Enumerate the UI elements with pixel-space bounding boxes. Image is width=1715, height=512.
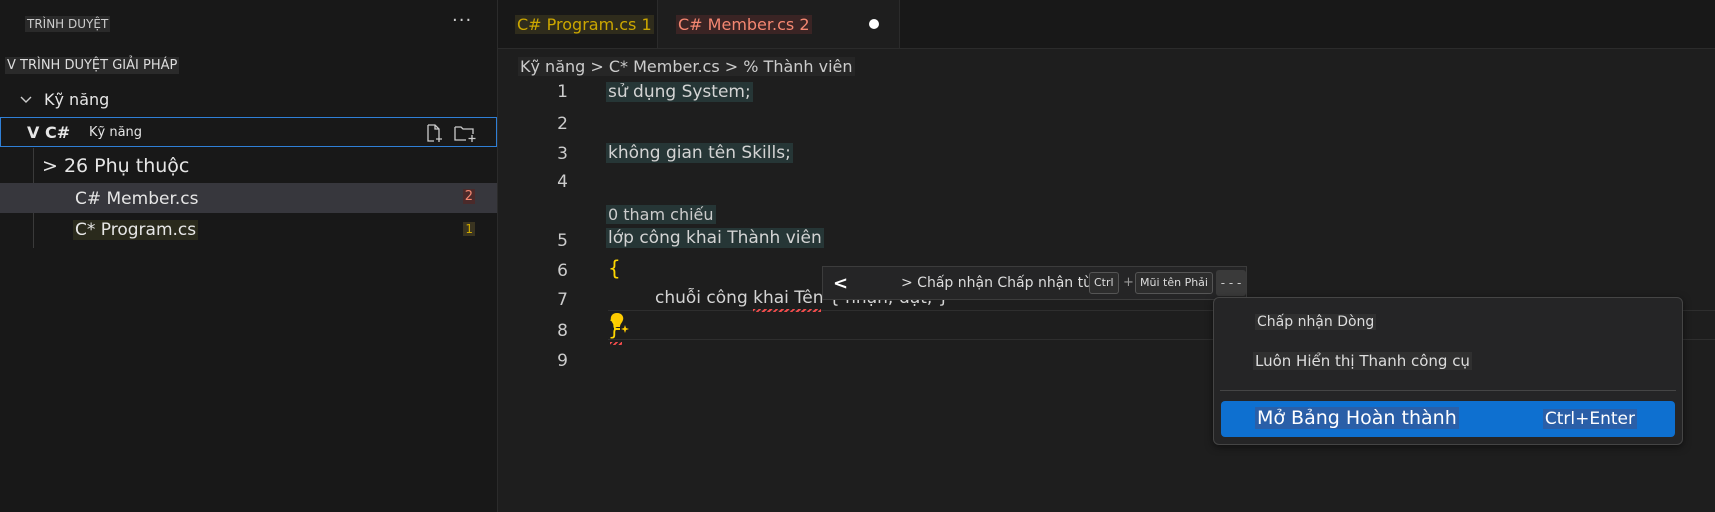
solution-explorer-section[interactable]: V TRÌNH DUYỆT GIẢI PHÁP: [5, 57, 180, 74]
menu-item-always-show-toolbar[interactable]: Luôn Hiển thị Thanh công cụ: [1214, 352, 1682, 376]
project-label: Kỹ năng: [44, 90, 110, 109]
line-number: 4: [557, 172, 568, 192]
tab-label: C# Program.cs 1: [515, 15, 654, 34]
open-brace: {: [608, 256, 621, 280]
tree-item-dependencies[interactable]: > 26 Phụ thuộc: [0, 152, 497, 182]
line-number: 6: [557, 261, 568, 281]
breadcrumb[interactable]: Kỹ năng > C* Member.cs > % Thành viên: [518, 57, 855, 76]
accept-word-button[interactable]: > Chấp nhận Chấp nhận từ: [901, 275, 1092, 291]
file-label: C* Program.cs: [73, 220, 199, 240]
line-number: 8: [557, 321, 568, 341]
tree-item-skills-project[interactable]: Kỹ năng: [0, 86, 497, 114]
close-brace: }: [608, 316, 621, 340]
menu-item-label: Mở Bảng Hoàn thành: [1255, 407, 1459, 429]
vscode-window: TRÌNH DUYỆT ··· V TRÌNH DUYỆT GIẢI PHÁP …: [0, 0, 1715, 512]
line-number: 9: [557, 351, 568, 371]
references-codelens[interactable]: 0 tham chiếu: [606, 205, 716, 224]
menu-item-label: Luôn Hiển thị Thanh công cụ: [1253, 352, 1472, 370]
sidebar-header: TRÌNH DUYỆT ···: [0, 0, 497, 48]
keybinding-ctrl: Ctrl: [1089, 272, 1119, 294]
tab-member-cs[interactable]: C# Member.cs 2: [658, 0, 900, 48]
keybinding-plus: +: [1123, 275, 1134, 290]
chevron-down-icon: [20, 96, 32, 103]
file-label: C# Member.cs: [75, 189, 199, 209]
menu-separator: [1220, 390, 1676, 391]
error-count-badge: 2: [462, 189, 475, 204]
sidebar-title: TRÌNH DUYỆT: [25, 16, 111, 32]
menu-item-label: Chấp nhận Dòng: [1255, 314, 1377, 330]
more-actions-icon[interactable]: ···: [452, 10, 472, 31]
csharp-prefix: V C#: [27, 123, 71, 142]
tab-label: C# Member.cs 2: [676, 15, 812, 34]
line-number: 3: [557, 144, 568, 164]
dependencies-label: > 26 Phụ thuộc: [42, 155, 190, 177]
new-folder-icon[interactable]: [453, 123, 477, 143]
tree-item-program-cs[interactable]: C* Program.cs 1: [0, 215, 497, 245]
error-squiggle: [610, 342, 622, 345]
tree-item-member-cs[interactable]: C# Member.cs 2: [0, 183, 497, 213]
tab-program-cs[interactable]: C# Program.cs 1: [498, 0, 658, 48]
unsaved-dot-icon[interactable]: [869, 19, 879, 29]
inline-suggestion-toolbar: < > Chấp nhận Chấp nhận từ Ctrl + Mũi tê…: [822, 266, 1247, 300]
csharp-project-label: Kỹ năng: [89, 125, 143, 140]
code-line-1: sử dụng System;: [606, 82, 753, 102]
warning-count-badge: 1: [463, 222, 475, 236]
line-number: 2: [557, 114, 568, 134]
code-line-5: lớp công khai Thành viên: [606, 228, 824, 248]
error-squiggle: [753, 309, 821, 312]
line-number: 1: [557, 82, 568, 102]
menu-item-accept-line[interactable]: Chấp nhận Dòng: [1214, 314, 1682, 338]
code-line-3: không gian tên Skills;: [606, 143, 793, 163]
menu-item-open-completions-panel[interactable]: Mở Bảng Hoàn thành Ctrl+Enter: [1221, 401, 1675, 437]
menu-item-keybinding: Ctrl+Enter: [1542, 409, 1637, 429]
tree-item-csharp-project[interactable]: V C# Kỹ năng: [0, 117, 497, 147]
inline-suggestion-menu: Chấp nhận Dòng Luôn Hiển thị Thanh công …: [1213, 297, 1683, 445]
editor-tab-bar: C# Program.cs 1 C# Member.cs 2: [498, 0, 1715, 49]
line-number: 5: [557, 231, 568, 251]
new-file-icon[interactable]: [424, 123, 444, 143]
keybinding-right-arrow: Mũi tên Phải: [1135, 272, 1213, 294]
line-number: 7: [557, 290, 568, 310]
explorer-sidebar: TRÌNH DUYỆT ··· V TRÌNH DUYỆT GIẢI PHÁP …: [0, 0, 498, 512]
previous-suggestion-button[interactable]: <: [833, 273, 848, 294]
more-options-button[interactable]: - - -: [1216, 270, 1246, 296]
